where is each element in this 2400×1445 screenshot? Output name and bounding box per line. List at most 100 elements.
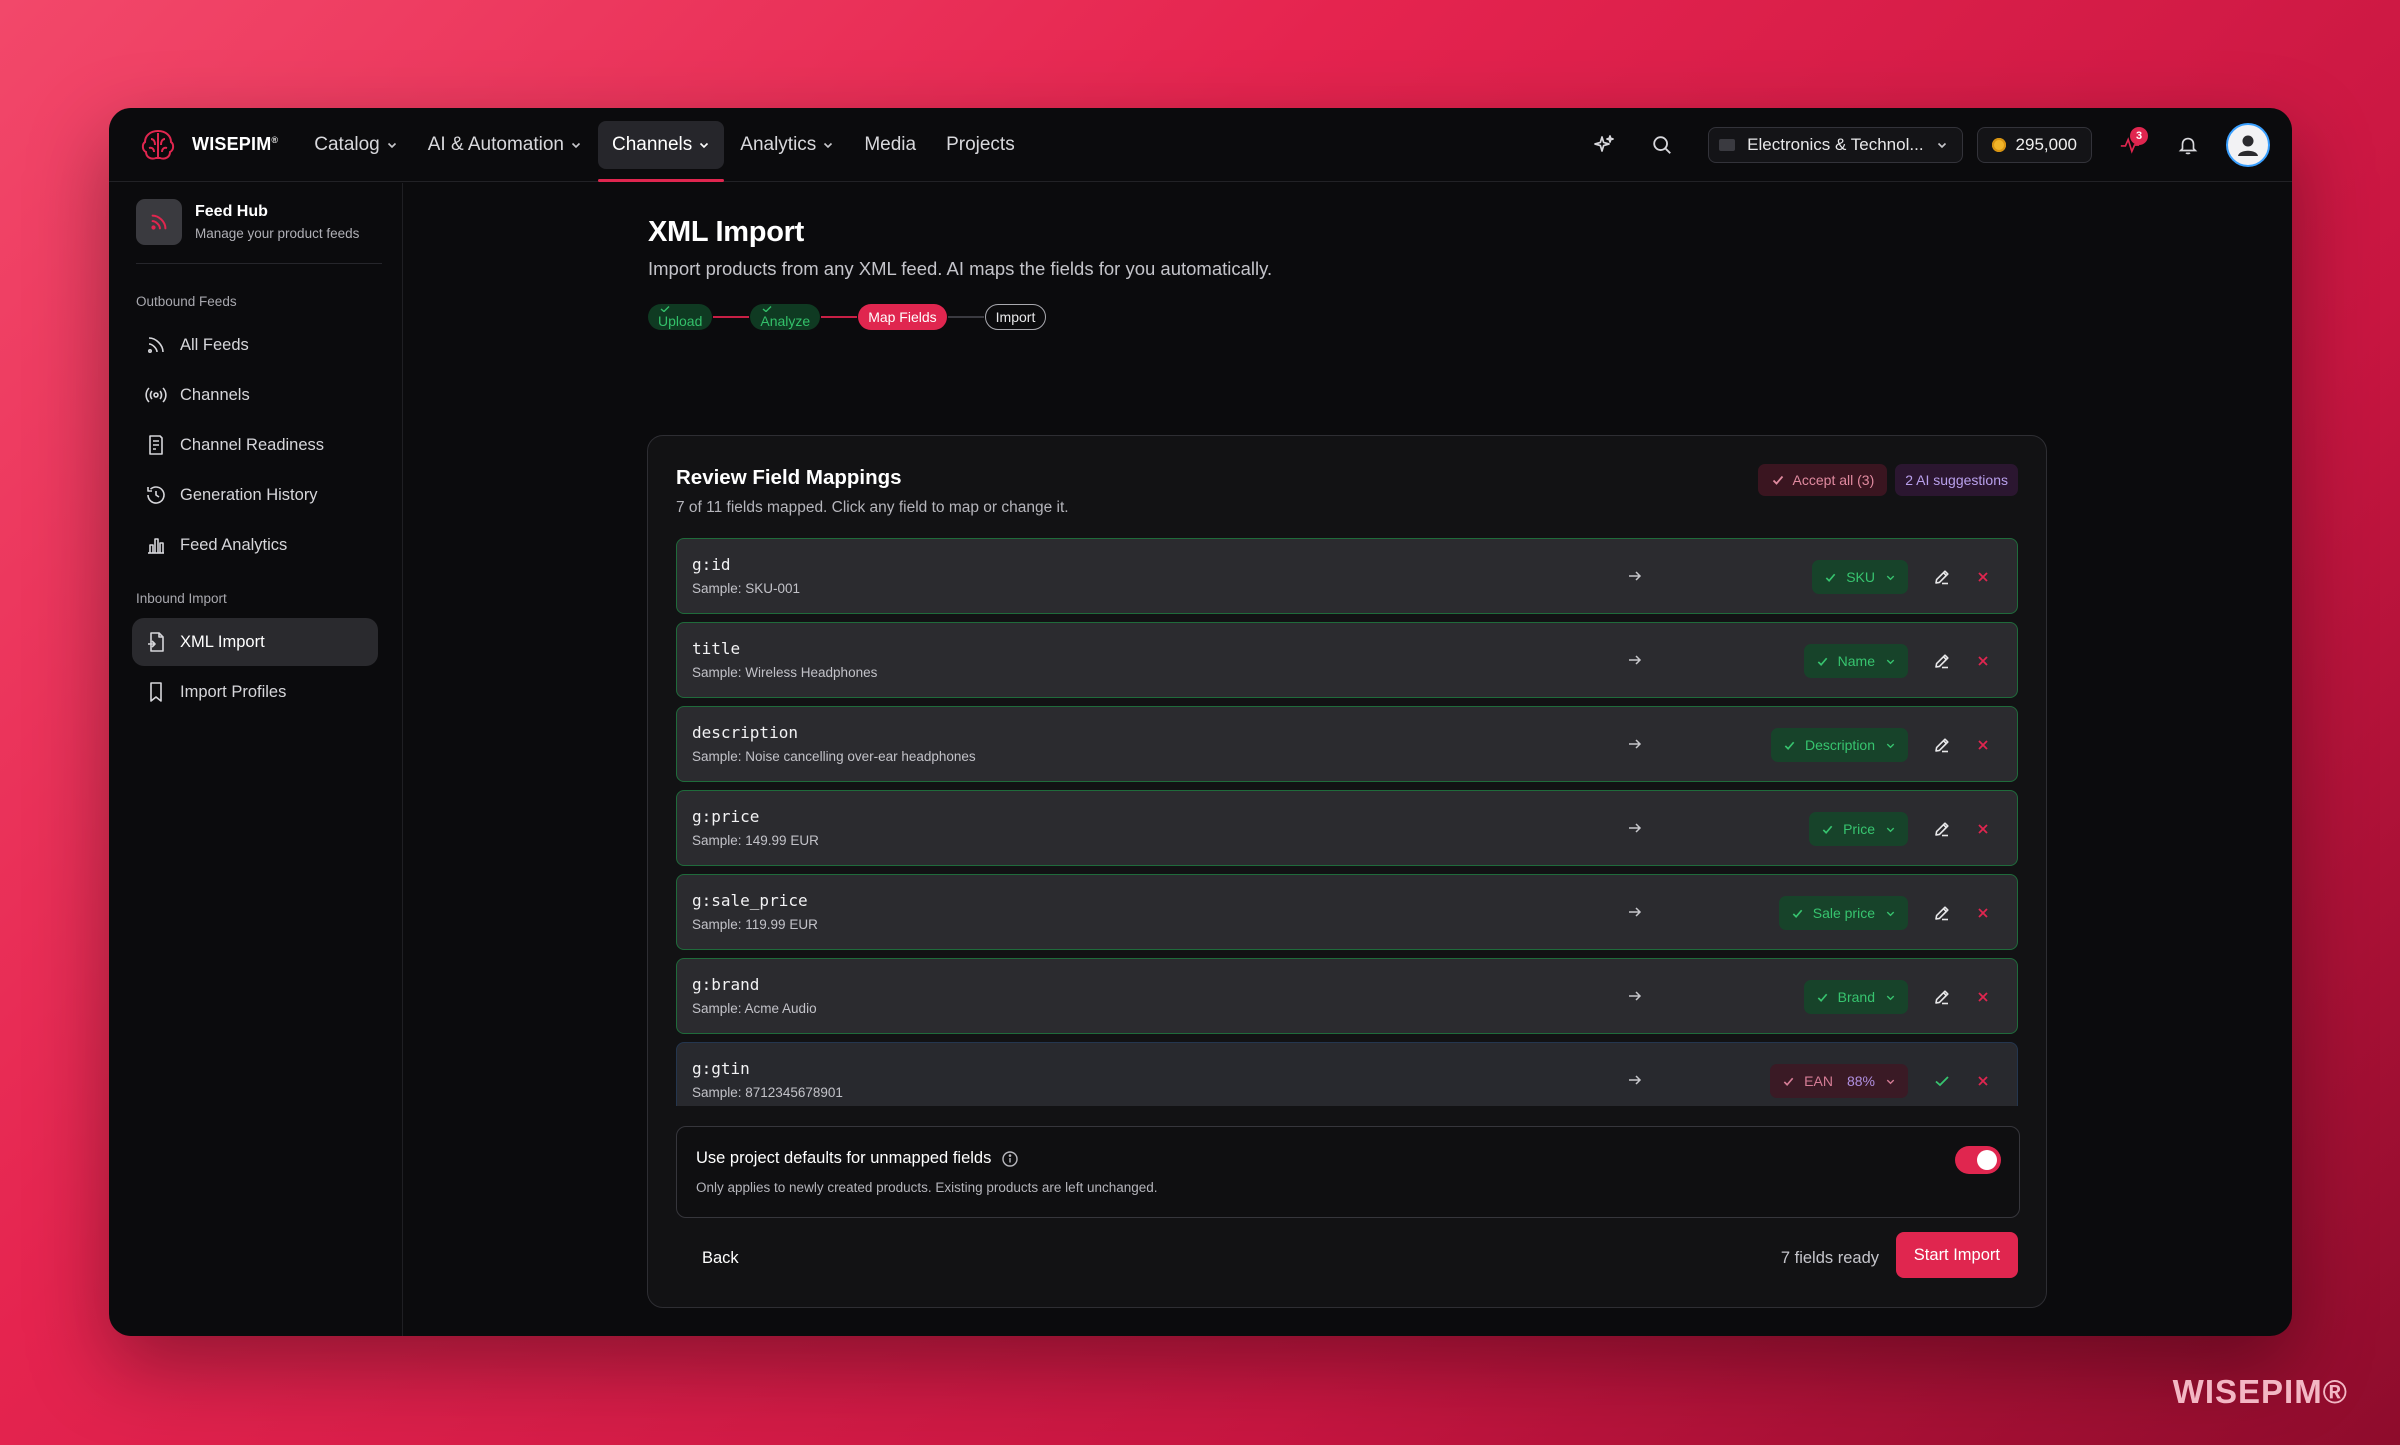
- nav-label: Catalog: [314, 133, 380, 155]
- checklist-icon: [149, 435, 163, 455]
- target-field-select[interactable]: Brand: [1803, 980, 1908, 1014]
- nav-channels[interactable]: Channels: [598, 120, 725, 182]
- target-field-select[interactable]: Price: [1809, 812, 1908, 846]
- edit-pencil-icon[interactable]: [1932, 651, 1952, 671]
- edit-pencil-icon[interactable]: [1932, 903, 1952, 923]
- sidebar-section-title: Inbound Import: [136, 591, 227, 606]
- nav-catalog[interactable]: Catalog: [300, 121, 412, 169]
- project-defaults-toggle[interactable]: [1955, 1146, 2001, 1174]
- target-field-select[interactable]: Sale price: [1778, 896, 1908, 930]
- target-field-select[interactable]: Name: [1803, 644, 1908, 678]
- edit-pencil-icon[interactable]: [1932, 567, 1952, 587]
- edit-pencil-icon[interactable]: [1932, 735, 1952, 755]
- mapping-row[interactable]: title Sample: Wireless Headphones Name: [676, 622, 2018, 698]
- mapping-row[interactable]: description Sample: Noise cancelling ove…: [676, 706, 2018, 782]
- project-defaults-title: Use project defaults for unmapped fields: [696, 1149, 992, 1167]
- source-field-name: g:gtin: [692, 1059, 750, 1078]
- sidebar-item-channels[interactable]: Channels: [132, 371, 378, 419]
- remove-x-icon[interactable]: [1973, 987, 1993, 1007]
- chevron-down-icon: [824, 142, 833, 148]
- chevron-down-icon: [1886, 1079, 1895, 1084]
- arrow-right-icon: [1629, 823, 1642, 833]
- accept-suggestion-check-icon[interactable]: [1932, 1071, 1952, 1091]
- chevron-down-icon: [387, 142, 396, 148]
- chevron-down-icon: [1886, 743, 1895, 748]
- target-field-select[interactable]: EAN 88%: [1770, 1064, 1908, 1098]
- fields-ready-status: 7 fields ready: [1780, 1249, 1879, 1267]
- target-field-label: Price: [1843, 821, 1875, 837]
- search-icon[interactable]: [1642, 125, 1682, 165]
- bell-icon[interactable]: [2168, 125, 2208, 165]
- mapping-row[interactable]: g:sale_price Sample: 119.99 EUR Sale pri…: [676, 874, 2018, 950]
- info-icon[interactable]: [1001, 1150, 1019, 1168]
- nav-label: AI & Automation: [427, 133, 564, 155]
- remove-x-icon[interactable]: [1973, 651, 1993, 671]
- step-analyze[interactable]: Analyze: [750, 304, 821, 330]
- sidebar-item-channel-readiness[interactable]: Channel Readiness: [132, 421, 378, 469]
- step-map-fields[interactable]: Map Fields: [858, 304, 947, 330]
- accept-all-label: Accept all (3): [1792, 472, 1875, 488]
- sidebar-item-generation-history[interactable]: Generation History: [132, 471, 378, 519]
- sidebar-item-label: Channels: [180, 385, 250, 404]
- arrow-right-icon: [1629, 991, 1642, 1001]
- activity-count-badge: 3: [2130, 127, 2148, 145]
- arrow-right-icon: [1629, 655, 1642, 665]
- mapping-row[interactable]: g:id Sample: SKU-001 SKU: [676, 538, 2018, 614]
- target-field-label: Sale price: [1812, 905, 1875, 921]
- source-field-sample: Sample: Acme Audio: [692, 1001, 817, 1016]
- step-upload[interactable]: Upload: [648, 304, 713, 330]
- sparkles-icon[interactable]: [1584, 125, 1624, 165]
- ai-suggestions-badge[interactable]: 2 AI suggestions: [1895, 464, 2018, 496]
- page-title: XML Import: [648, 216, 804, 248]
- check-icon: [762, 306, 772, 312]
- nav-media[interactable]: Media: [850, 121, 930, 169]
- edit-pencil-icon[interactable]: [1932, 819, 1952, 839]
- nav-ai-automation[interactable]: AI & Automation: [414, 121, 596, 169]
- target-field-label: Description: [1804, 737, 1875, 753]
- sidebar-item-xml-import[interactable]: XML Import: [132, 618, 378, 666]
- user-avatar[interactable]: [2226, 123, 2270, 167]
- accept-all-button[interactable]: Accept all (3): [1757, 464, 1888, 496]
- bookmark-icon: [150, 682, 162, 702]
- workspace-selector[interactable]: Electronics & Technol...: [1708, 127, 1963, 163]
- target-field-select[interactable]: Description: [1770, 728, 1908, 762]
- arrow-right-icon: [1629, 1075, 1642, 1085]
- remove-x-icon[interactable]: [1973, 735, 1993, 755]
- start-import-button[interactable]: Start Import: [1895, 1232, 2018, 1278]
- arrow-right-icon: [1629, 739, 1642, 749]
- sidebar-item-label: Feed Analytics: [180, 535, 288, 554]
- chevron-down-icon: [1886, 659, 1895, 664]
- activity-icon[interactable]: 3: [2110, 125, 2150, 165]
- folder-icon: [1719, 139, 1736, 151]
- check-icon: [1825, 573, 1836, 582]
- sidebar-section-title: Outbound Feeds: [136, 294, 237, 309]
- rss-icon: [148, 337, 164, 353]
- remove-x-icon[interactable]: [1973, 903, 1993, 923]
- remove-x-icon[interactable]: [1973, 819, 1993, 839]
- mapping-row[interactable]: g:gtin Sample: 8712345678901 EAN 88%: [676, 1042, 2018, 1106]
- nav-label: Projects: [946, 133, 1015, 155]
- nav-analytics[interactable]: Analytics: [726, 121, 848, 169]
- sidebar-item-all-feeds[interactable]: All Feeds: [132, 321, 378, 369]
- remove-x-icon[interactable]: [1973, 567, 1993, 587]
- source-field-name: g:brand: [692, 975, 760, 994]
- rss-icon: [136, 199, 182, 245]
- target-field-select[interactable]: SKU: [1812, 560, 1908, 594]
- chevron-down-icon: [700, 142, 709, 148]
- sidebar-item-import-profiles[interactable]: Import Profiles: [132, 668, 378, 716]
- mapping-row[interactable]: g:price Sample: 149.99 EUR Price: [676, 790, 2018, 866]
- feed-hub-title: Feed Hub: [195, 203, 268, 220]
- logo[interactable]: WISEPIM®: [138, 125, 278, 165]
- nav-projects[interactable]: Projects: [932, 121, 1029, 169]
- check-icon: [1783, 1077, 1794, 1086]
- source-field-sample: Sample: 8712345678901: [692, 1085, 843, 1100]
- edit-pencil-icon[interactable]: [1932, 987, 1952, 1007]
- mapping-row[interactable]: g:brand Sample: Acme Audio Brand: [676, 958, 2018, 1034]
- credits-balance[interactable]: 295,000: [1976, 127, 2092, 163]
- feed-hub-header: Feed Hub Manage your product feeds: [136, 199, 382, 264]
- sidebar-item-feed-analytics[interactable]: Feed Analytics: [132, 521, 378, 569]
- step-connector: [821, 316, 858, 318]
- remove-x-icon[interactable]: [1973, 1071, 1993, 1091]
- back-button[interactable]: Back: [702, 1249, 739, 1268]
- arrow-right-icon: [1629, 571, 1642, 581]
